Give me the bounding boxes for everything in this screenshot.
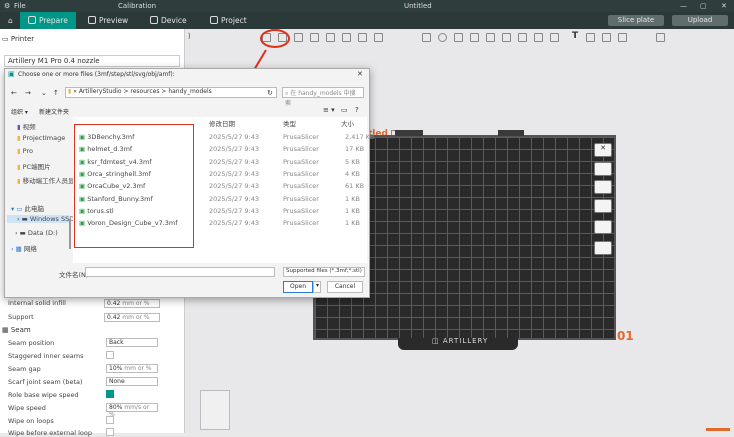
sidebar-item-data-d[interactable]: › ▬ Data (D:): [15, 229, 58, 237]
sidebar-item-this-pc[interactable]: ▾ ▭ 此电脑: [11, 203, 44, 213]
drive-icon: › ▬: [17, 215, 30, 223]
view-options-icon[interactable]: ≡ ▾: [323, 106, 335, 114]
file-date: 2025/5/27 9:43: [209, 133, 259, 141]
drive-icon: › ▬: [15, 229, 28, 237]
help-icon[interactable]: ?: [355, 106, 359, 114]
file-type: PrusaSlicer: [283, 194, 319, 203]
brand-logo-icon: ◫: [432, 337, 443, 345]
file-type: PrusaSlicer: [283, 182, 319, 191]
dialog-app-icon: ▣: [8, 70, 15, 78]
sidebar-item-pc-images[interactable]: ▮ PC端图片: [17, 161, 51, 171]
back-icon[interactable]: ←: [11, 89, 17, 97]
file-date: 2025/5/27 9:43: [209, 182, 259, 191]
dropdown-history-icon[interactable]: ⌄: [41, 89, 47, 97]
file-size: 4 KB: [345, 169, 360, 178]
file-date: 2025/5/27 9:43: [209, 169, 259, 178]
open-file-dialog: ▣ Choose one or more files (3mf/step/stl…: [4, 68, 374, 298]
up-icon[interactable]: ↑: [53, 89, 59, 97]
network-icon: › ▦: [11, 245, 24, 253]
annotation-box: [74, 124, 194, 248]
search-input[interactable]: ⌕ 在 handy_models 中搜索: [282, 87, 364, 107]
plate-arrange-icon[interactable]: [594, 180, 612, 194]
file-date: 2025/5/27 9:43: [209, 219, 259, 228]
file-size: 1 KB: [345, 219, 360, 228]
file-size: 61 KB: [345, 182, 365, 191]
plate-lock-icon[interactable]: [594, 199, 612, 213]
address-bar[interactable]: ▮ « ArtilleryStudio > resources > handy_…: [65, 87, 277, 98]
file-type: PrusaSlicer: [283, 133, 319, 141]
computer-icon: ▾ ▭: [11, 205, 25, 213]
preview-pane-icon[interactable]: ▭: [341, 106, 348, 114]
file-size: 5 KB: [345, 157, 360, 166]
plate-move-icon[interactable]: [594, 241, 612, 255]
cancel-button[interactable]: Cancel: [327, 281, 363, 293]
search-icon: ⌕: [285, 90, 289, 97]
folder-icon: ▮: [68, 88, 72, 95]
dialog-titlebar: ▣ Choose one or more files (3mf/step/stl…: [5, 69, 369, 81]
file-type: PrusaSlicer: [283, 169, 319, 178]
plate-tab-left: [395, 130, 423, 136]
file-size: 1 KB: [345, 194, 360, 203]
plate-orient-icon[interactable]: [594, 162, 612, 176]
col-header-date[interactable]: 修改日期: [209, 118, 235, 128]
file-date: 2025/5/27 9:43: [209, 194, 259, 203]
sidebar-item-pro[interactable]: ▮ Pro: [17, 147, 33, 155]
file-size: 2,417 KB: [345, 133, 375, 141]
file-type: PrusaSlicer: [283, 206, 319, 215]
sidebar-item-network[interactable]: › ▦ 网络: [11, 243, 37, 253]
plate-close-icon[interactable]: ✕: [594, 143, 612, 157]
sidebar-scrollbar[interactable]: [69, 219, 71, 249]
sidebar-item-videos[interactable]: ▮ 视频: [17, 121, 36, 131]
plate-brand-label: ◫ ARTILLERY: [432, 337, 489, 345]
forward-icon[interactable]: →: [25, 89, 31, 97]
open-dropdown-icon[interactable]: ▾: [313, 281, 321, 293]
plate-tab-right: [498, 130, 524, 136]
file-type: PrusaSlicer: [283, 157, 319, 166]
file-size: 1 KB: [345, 206, 360, 215]
bottom-indicator: [706, 428, 730, 431]
file-date: 2025/5/27 9:43: [209, 157, 259, 166]
sidebar-item-projectimage[interactable]: ▮ ProjectImage: [17, 134, 65, 142]
file-type: PrusaSlicer: [283, 219, 319, 228]
col-header-type[interactable]: 类型: [283, 118, 296, 128]
dialog-close-icon[interactable]: ✕: [357, 70, 363, 78]
file-size: 17 KB: [345, 145, 365, 154]
plate-settings-icon[interactable]: [594, 220, 612, 234]
filename-input[interactable]: [85, 267, 275, 277]
open-button[interactable]: Open: [283, 281, 313, 293]
file-type: PrusaSlicer: [283, 145, 319, 154]
organize-button[interactable]: 组织 ▾: [11, 107, 28, 116]
new-folder-button[interactable]: 新建文件夹: [39, 107, 69, 116]
view-cube[interactable]: [200, 390, 230, 430]
refresh-icon[interactable]: ↻: [267, 89, 273, 97]
plate-number: 01: [617, 329, 634, 343]
file-date: 2025/5/27 9:43: [209, 145, 259, 154]
dialog-sidebar: ▮ 视频 ▮ ProjectImage ▮ Pro ▮ PC端图片 ▮ 移动端工…: [5, 117, 94, 263]
sidebar-item-windows-ssd[interactable]: › ▬ Windows SSD: [7, 215, 74, 223]
col-header-size[interactable]: 大小: [341, 118, 354, 128]
file-date: 2025/5/27 9:43: [209, 206, 259, 215]
file-type-select[interactable]: Supported files (*.3mf;*.stl): [283, 267, 365, 277]
